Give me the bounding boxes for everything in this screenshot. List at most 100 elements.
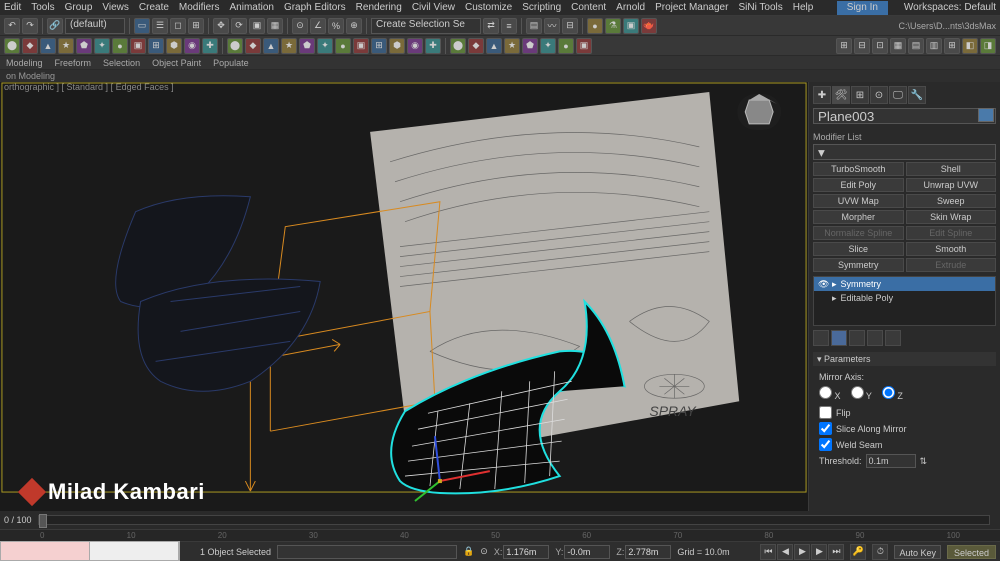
mod-slice[interactable]: Slice [813,242,904,256]
plugin-icon[interactable]: ▲ [40,38,56,54]
utilities-tab[interactable]: 🔧 [908,86,926,104]
plugin-icon[interactable]: ⬟ [76,38,92,54]
viewport-layout-icon[interactable]: ⊡ [872,38,888,54]
plugin-icon[interactable]: ● [335,38,351,54]
menu-rendering[interactable]: Rendering [356,2,402,13]
menu-tools[interactable]: Tools [31,2,54,13]
viewport[interactable]: orthographic ] [ Standard ] [ Edged Face… [0,82,808,511]
menu-modifiers[interactable]: Modifiers [179,2,220,13]
pin-stack-button[interactable] [813,330,829,346]
rollout-parameters[interactable]: ▾ Parameters [813,352,996,366]
prev-frame-button[interactable]: ◀ [777,544,793,560]
ribbon-tab-selection[interactable]: Selection [103,58,140,68]
selected-filter-button[interactable]: Selected [947,545,996,559]
plugin-icon[interactable]: ⊞ [371,38,387,54]
stack-item-symmetry[interactable]: 👁 ▸ Symmetry [814,277,995,291]
plugin-icon[interactable]: ⬟ [522,38,538,54]
mod-morpher[interactable]: Morpher [813,210,904,224]
ribbon-tab-modeling[interactable]: Modeling [6,58,43,68]
plugin-icon[interactable]: ⬢ [166,38,182,54]
menu-customize[interactable]: Customize [465,2,512,13]
named-selection-dropdown[interactable]: Create Selection Se [371,18,481,34]
axis-z-radio[interactable]: Z [882,386,903,401]
create-tab[interactable]: ✚ [813,86,831,104]
plugin-icon[interactable]: ⊞ [148,38,164,54]
material-editor-button[interactable]: ● [587,18,603,34]
plugin-icon[interactable]: ✚ [202,38,218,54]
viewport-layout-icon[interactable]: ▤ [908,38,924,54]
menu-graph-editors[interactable]: Graph Editors [284,2,346,13]
menu-edit[interactable]: Edit [4,2,21,13]
mirror-button[interactable]: ⇄ [483,18,499,34]
lock-icon[interactable]: 🔒 [463,546,474,557]
scale-button[interactable]: ▣ [249,18,265,34]
plugin-icon[interactable]: ● [112,38,128,54]
select-name-button[interactable]: ☰ [152,18,168,34]
angle-snap-button[interactable]: ∠ [310,18,326,34]
threshold-spinner[interactable] [866,454,916,468]
plugin-icon[interactable]: ▲ [263,38,279,54]
flip-checkbox[interactable]: Flip [819,406,990,419]
plugin-icon[interactable]: ⬤ [450,38,466,54]
stack-item-editable-poly[interactable]: ▸ Editable Poly [814,291,995,305]
mod-symmetry[interactable]: Symmetry [813,258,904,272]
render-frame-button[interactable]: ▣ [623,18,639,34]
redo-button[interactable]: ↷ [22,18,38,34]
viewport-layout-icon[interactable]: ⊟ [854,38,870,54]
sign-in-button[interactable]: Sign In [837,1,888,15]
window-crossing-button[interactable]: ⊞ [188,18,204,34]
viewport-layout-icon[interactable]: ⊞ [836,38,852,54]
workspaces-dropdown[interactable]: Workspaces: Default [904,2,996,13]
coord-x-field[interactable] [503,545,549,559]
viewport-layout-icon[interactable]: ▦ [890,38,906,54]
menu-animation[interactable]: Animation [229,2,273,13]
hierarchy-tab[interactable]: ⊞ [851,86,869,104]
next-frame-button[interactable]: ▶ [811,544,827,560]
layer-explorer-button[interactable]: ▤ [526,18,542,34]
ribbon-tab-freeform[interactable]: Freeform [55,58,92,68]
make-unique-button[interactable] [849,330,865,346]
mod-normalize-spline[interactable]: Normalize Spline [813,226,904,240]
isolate-icon[interactable]: ⊙ [480,546,488,557]
menu-arnold[interactable]: Arnold [616,2,645,13]
plugin-icon[interactable]: ⬢ [389,38,405,54]
plugin-icon[interactable]: ● [558,38,574,54]
select-button[interactable]: ▭ [134,18,150,34]
menu-group[interactable]: Group [65,2,93,13]
object-color-swatch[interactable] [978,108,994,122]
coord-z-field[interactable] [625,545,671,559]
link-button[interactable]: 🔗 [47,18,63,34]
plugin-icon[interactable]: ⬟ [299,38,315,54]
mod-edit-spline[interactable]: Edit Spline [906,226,997,240]
rotate-button[interactable]: ⟳ [231,18,247,34]
eye-icon[interactable]: 👁 [818,279,828,289]
mod-smooth[interactable]: Smooth [906,242,997,256]
plugin-icon[interactable]: ✦ [317,38,333,54]
menu-project-manager[interactable]: Project Manager [655,2,728,13]
coord-y-field[interactable] [564,545,610,559]
plugin-icon[interactable]: ▣ [353,38,369,54]
plugin-icon[interactable]: ◉ [407,38,423,54]
menu-civil-view[interactable]: Civil View [412,2,455,13]
display-tab[interactable]: 🖵 [889,86,907,104]
mod-edit-poly[interactable]: Edit Poly [813,178,904,192]
align-button[interactable]: ≡ [501,18,517,34]
goto-end-button[interactable]: ⏭ [828,544,844,560]
plugin-icon[interactable]: ▲ [486,38,502,54]
plugin-icon[interactable]: ▣ [576,38,592,54]
plugin-icon[interactable]: ◆ [22,38,38,54]
ribbon-tab-object-paint[interactable]: Object Paint [152,58,201,68]
plugin-icon[interactable]: ★ [281,38,297,54]
plugin-icon[interactable]: ▣ [130,38,146,54]
render-setup-button[interactable]: ⚗ [605,18,621,34]
mod-sweep[interactable]: Sweep [906,194,997,208]
menu-scripting[interactable]: Scripting [522,2,561,13]
schematic-view-button[interactable]: ⊟ [562,18,578,34]
menu-sini-tools[interactable]: SiNi Tools [738,2,782,13]
axis-x-radio[interactable]: X [819,386,841,401]
configure-sets-button[interactable] [885,330,901,346]
axis-y-radio[interactable]: Y [851,386,872,401]
menu-views[interactable]: Views [102,2,129,13]
ribbon-tab-populate[interactable]: Populate [213,58,249,68]
plugin-icon[interactable]: ◆ [245,38,261,54]
